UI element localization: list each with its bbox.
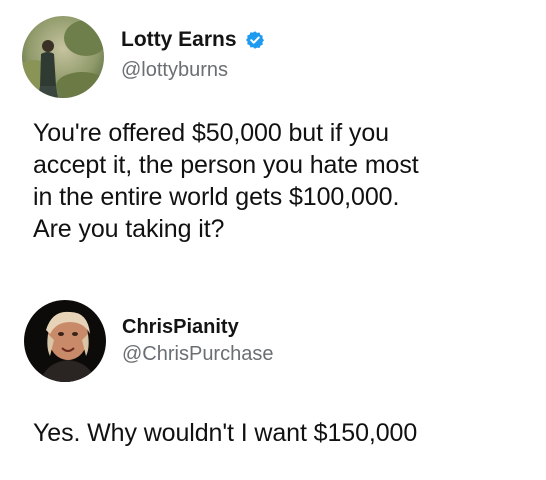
- tweet-text: You're offered $50,000 but if you accept…: [33, 117, 533, 245]
- tweet-text-line: Are you taking it?: [33, 215, 225, 243]
- display-name[interactable]: ChrisPianity: [122, 316, 239, 339]
- verified-badge-icon: [245, 30, 265, 50]
- tweet-text-line: Yes. Why wouldn't I want $150,000: [33, 419, 418, 447]
- tweet: ChrisPianity @ChrisPurchase Yes. Why wou…: [0, 290, 546, 480]
- tweet: Lotty Earns @lottyburns You're offered $…: [0, 0, 546, 290]
- tweet-text-line: You're offered $50,000 but if you: [33, 119, 389, 147]
- avatar[interactable]: [24, 300, 106, 382]
- tweet-text: Yes. Why wouldn't I want $150,000: [33, 417, 533, 449]
- tweet-text-line: in the entire world gets $100,000.: [33, 183, 400, 211]
- handle[interactable]: @lottyburns: [121, 59, 228, 82]
- avatar-photo: [22, 16, 104, 98]
- tweet-text-line: accept it, the person you hate most: [33, 151, 419, 179]
- handle[interactable]: @ChrisPurchase: [122, 343, 273, 366]
- avatar-photo: [24, 300, 106, 382]
- display-name-text: ChrisPianity: [122, 316, 239, 338]
- display-name[interactable]: Lotty Earns: [121, 28, 265, 52]
- display-name-text: Lotty Earns: [121, 28, 237, 51]
- avatar[interactable]: [22, 16, 104, 98]
